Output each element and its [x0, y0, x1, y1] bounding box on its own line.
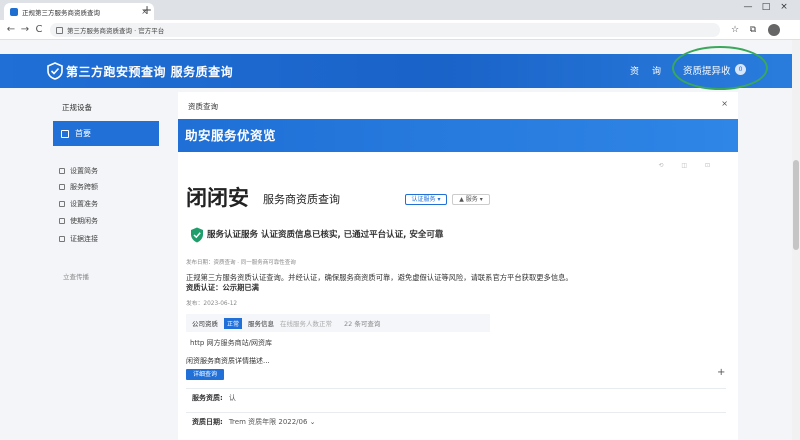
result-card: ⟲ ◫ ⊡ 闭闭安 服务商资质查询 认证服务 ▾ ▲ 服务 ▾ 服务认证服务 认… [178, 158, 738, 440]
url-text: 第三方服务商资质查询 · 官方平台 [67, 27, 165, 35]
sidebar-item-label: 使期闲务 [70, 217, 98, 225]
page-scrollbar[interactable] [792, 40, 800, 440]
forward-button[interactable]: → [18, 23, 32, 37]
browser-tab[interactable]: 正规第三方服务商资质查询 × [4, 3, 154, 20]
sidebar-item-3[interactable]: 设置准务 [59, 199, 98, 209]
row-value: 认 [228, 393, 236, 402]
expand-plus-icon[interactable]: + [717, 367, 725, 378]
sidebar-title[interactable]: 正规设备 [62, 102, 92, 113]
info-count: 22 条可查询 [344, 320, 381, 328]
info-row: 公司资质 正常 服务信息 在线服务人数正常 22 条可查询 [186, 314, 490, 332]
detail-query-button[interactable]: 详细查询 [186, 369, 224, 380]
certified-dropdown[interactable]: 认证服务 ▾ [405, 194, 447, 205]
app-brand-title: 第三方跑安预查询 服务质查询 [66, 65, 234, 79]
window-close-button[interactable]: × [776, 2, 792, 12]
menu-icon [59, 236, 65, 242]
sidebar-item-4[interactable]: 使期闲务 [59, 216, 98, 226]
minimize-button[interactable]: — [740, 2, 756, 12]
menu-icon [59, 201, 65, 207]
company-name: 闭闭安 [186, 186, 249, 210]
panel-banner: 助安服务优资览 [178, 119, 738, 152]
description-text-2: 资质认证：公示期已满 [186, 283, 259, 292]
highlight-circle [672, 46, 768, 90]
detail-row: 服务资质: 认 [186, 388, 726, 406]
header-nav-query[interactable]: 询 [652, 64, 661, 77]
app-logo-icon [47, 62, 63, 80]
back-button[interactable]: ← [4, 23, 18, 37]
maximize-button[interactable]: □ [758, 2, 774, 12]
sidebar-item-label: 设置准务 [70, 200, 98, 208]
detail-row[interactable]: 资质日期: Trem 资质年限 2022/06 ⌄ [186, 412, 726, 430]
sidebar-item-active[interactable]: 首要 [53, 121, 159, 146]
detail-line: 闲资服务商资质详情描述... [186, 357, 270, 365]
website-line[interactable]: http 网方服务商站/网资库 [190, 338, 272, 348]
reload-button[interactable]: C [32, 23, 46, 37]
card-toolbar-icons[interactable]: ⟲ ◫ ⊡ [658, 162, 718, 169]
home-icon [61, 129, 69, 138]
sidebar-item-1[interactable]: 设置简务 [59, 166, 98, 176]
description-text: 正规第三方服务资质认证查询。并经认证，确保服务商资质可靠，避免虚假认证等风险，请… [186, 273, 573, 282]
sidebar-item-label: 服务跨额 [70, 183, 98, 191]
row-key: 服务资质: [192, 393, 223, 402]
shield-check-icon [191, 227, 203, 243]
url-bar[interactable]: 第三方服务商资质查询 · 官方平台 [50, 23, 720, 37]
menu-icon [59, 168, 65, 174]
bookmark-star-icon[interactable]: ☆ [728, 23, 742, 37]
verified-status: 服务认证服务 认证资质信息已核实, 已通过平台认证, 安全可靠 [207, 230, 444, 240]
row-value: Trem 资质年限 2022/06 ⌄ [228, 417, 316, 426]
lock-icon [56, 26, 63, 34]
header-nav-qualification[interactable]: 资 [630, 64, 639, 77]
sidebar-item-5[interactable]: 证据连接 [59, 234, 98, 244]
panel-close-icon[interactable]: × [721, 99, 728, 108]
scrollbar-thumb[interactable] [793, 160, 799, 250]
service-dropdown[interactable]: ▲ 服务 ▾ [452, 194, 490, 205]
tab-title: 正规第三方服务商资质查询 [22, 8, 100, 17]
description-paragraph: 正规第三方服务资质认证查询。并经认证，确保服务商资质可靠，避免虚假认证等风险，请… [186, 273, 726, 293]
publish-meta: 发布：2023-06-12 [186, 301, 238, 307]
sidebar-item-label: 设置简务 [70, 167, 98, 175]
card-subtitle: 服务商资质查询 [263, 193, 340, 206]
address-toolbar: ← → C 第三方服务商资质查询 · 官方平台 ☆ ⧉ [0, 20, 800, 40]
meta-line: 发布日期：资质查询 · 同一服务商可靠性查询 [186, 260, 296, 266]
menu-icon [59, 184, 65, 190]
site-favicon-icon [10, 7, 18, 16]
panel-title: 资质查询 [188, 102, 218, 111]
new-tab-button[interactable]: + [140, 2, 154, 18]
sidebar-item-label: 首要 [75, 129, 91, 138]
sidebar-item-2[interactable]: 服务跨额 [59, 182, 98, 192]
info-value: 在线服务人数正常 [280, 320, 333, 328]
sidebar: 正规设备 首要 设置简务 服务跨额 设置准务 使期闲务 证据连接 立查传播 [0, 88, 165, 440]
menu-icon [59, 218, 65, 224]
status-badge: 正常 [224, 317, 243, 329]
sidebar-item-label: 证据连接 [70, 235, 98, 243]
sidebar-footer-link[interactable]: 立查传播 [63, 271, 89, 281]
row-key: 资质日期: [192, 417, 223, 426]
profile-avatar[interactable] [768, 24, 780, 36]
browser-tab-bar: 正规第三方服务商资质查询 × + — □ × [0, 0, 800, 20]
extensions-icon[interactable]: ⧉ [746, 23, 760, 37]
info-label: 服务信息 [248, 320, 275, 328]
info-label: 公司资质 [192, 320, 218, 328]
